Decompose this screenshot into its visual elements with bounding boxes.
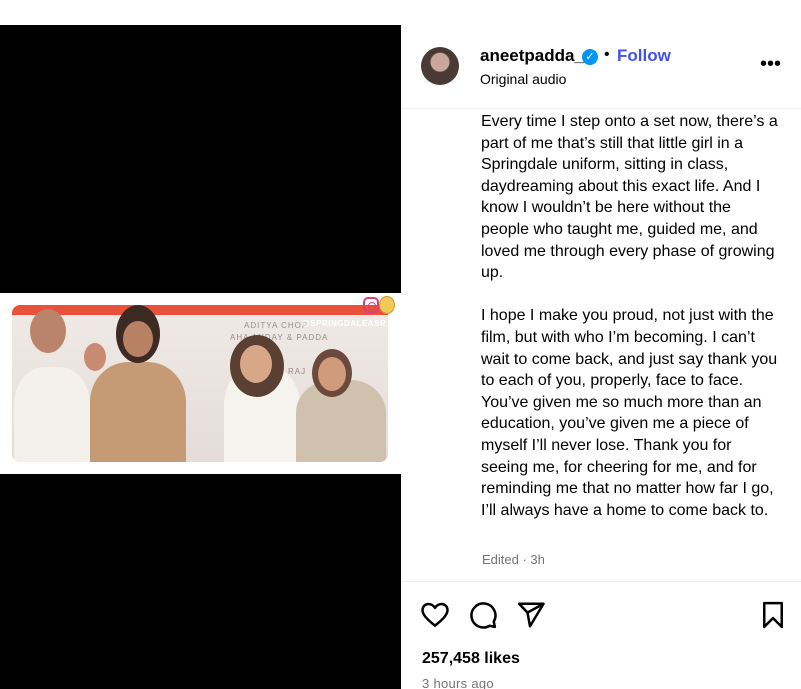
post-media[interactable]: ADITYA CHOP AHA ANDAY & PADDA RAJ @SPRIN…: [0, 25, 401, 689]
like-count[interactable]: 257,458 likes: [422, 650, 520, 668]
photo-person: [14, 367, 90, 462]
post-photo: ADITYA CHOP AHA ANDAY & PADDA RAJ @SPRIN…: [0, 293, 401, 474]
action-bar: 257,458 likes 3 hours ago: [401, 581, 801, 689]
more-options-icon[interactable]: •••: [760, 54, 781, 74]
photo-face: [318, 357, 346, 391]
username-link[interactable]: aneetpadda_: [480, 46, 584, 66]
photo-person: [90, 362, 186, 462]
caption-paragraph: Every time I step onto a set now, there’…: [481, 113, 778, 282]
banner-text-1: ADITYA CHOP: [244, 321, 309, 330]
school-crest-icon: [379, 296, 395, 314]
caption-paragraph: I hope I make you proud, not just with t…: [481, 307, 778, 519]
follow-button[interactable]: Follow: [617, 46, 671, 66]
photo-watermark: @SPRINGDALEASR: [302, 319, 387, 328]
photo-face: [30, 309, 66, 353]
photo-content: ADITYA CHOP AHA ANDAY & PADDA RAJ @SPRIN…: [12, 305, 388, 462]
comment-icon[interactable]: [468, 600, 498, 630]
send-icon[interactable]: [516, 600, 546, 630]
photo-face: [240, 345, 272, 383]
heart-icon[interactable]: [420, 600, 450, 630]
post-timestamp[interactable]: 3 hours ago: [422, 676, 494, 689]
post-sidebar: aneetpadda_ ✓ • Follow Original audio ••…: [401, 25, 801, 689]
post-header: aneetpadda_ ✓ • Follow Original audio ••…: [401, 25, 801, 109]
instagram-icon: [363, 297, 379, 313]
original-audio-link[interactable]: Original audio: [480, 71, 566, 87]
edited-timestamp: Edited · 3h: [482, 552, 545, 567]
post-caption: Every time I step onto a set now, there’…: [481, 111, 781, 521]
photo-face: [123, 321, 153, 357]
separator-dot: •: [604, 46, 610, 63]
photo-face: [84, 343, 106, 371]
banner-text-3: RAJ: [288, 367, 307, 376]
avatar[interactable]: [421, 47, 459, 85]
bookmark-icon[interactable]: [758, 600, 788, 630]
verified-badge-icon: ✓: [582, 49, 598, 65]
